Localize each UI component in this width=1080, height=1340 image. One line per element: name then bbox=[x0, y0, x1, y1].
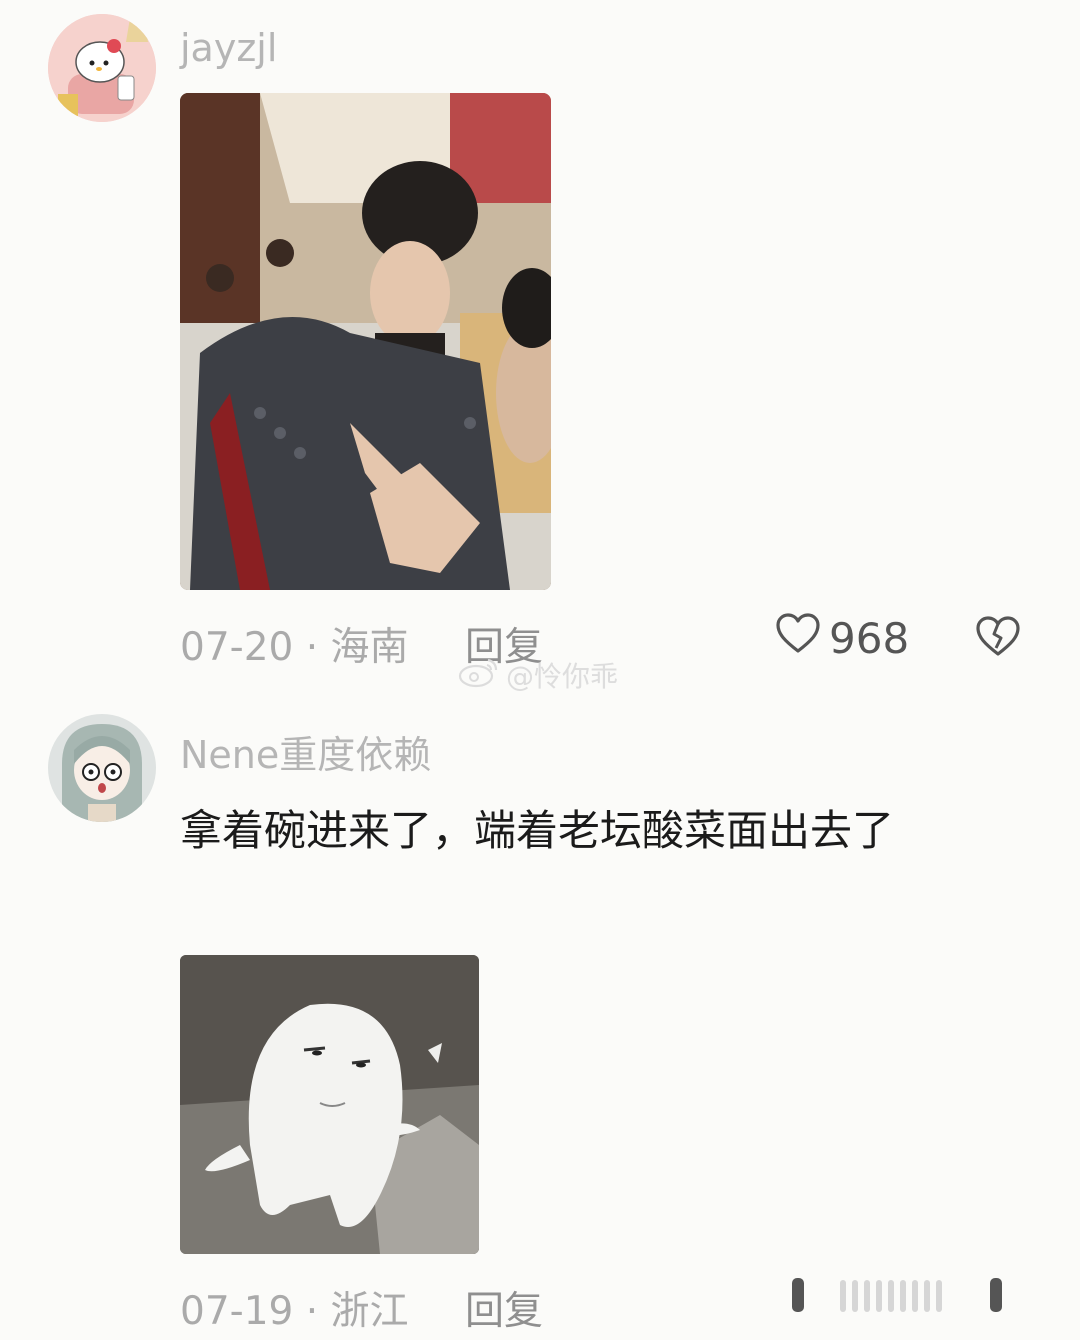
like-button[interactable]: 968 bbox=[775, 612, 909, 664]
username[interactable]: Nene重度依赖 bbox=[180, 724, 431, 779]
comment-meta: 07-19 · 浙江 bbox=[180, 1280, 409, 1336]
heart-icon bbox=[775, 612, 821, 664]
reply-button[interactable]: 回复 bbox=[465, 1280, 543, 1336]
comment-date: 07-19 bbox=[180, 1289, 294, 1334]
avatar[interactable] bbox=[48, 714, 156, 822]
watermark: @怜你乖 bbox=[458, 655, 618, 695]
comment-meta: 07-20 · 海南 bbox=[180, 616, 409, 672]
watermark-text: @怜你乖 bbox=[506, 660, 619, 693]
comment-text: 拿着碗进来了，端着老坛酸菜面出去了 bbox=[180, 806, 895, 855]
comment-date: 07-20 bbox=[180, 625, 294, 670]
username[interactable]: jayzjl bbox=[180, 26, 277, 70]
weibo-icon bbox=[458, 656, 500, 695]
broken-heart-icon[interactable] bbox=[975, 615, 1021, 661]
comment-location: 浙江 bbox=[330, 1289, 409, 1334]
comment-photo[interactable] bbox=[180, 955, 479, 1254]
meta-separator: · bbox=[293, 1289, 331, 1334]
comment-location: 海南 bbox=[330, 625, 409, 670]
avatar[interactable] bbox=[48, 14, 156, 122]
like-count: 968 bbox=[829, 613, 910, 663]
meta-separator: · bbox=[293, 625, 331, 670]
comment-photo[interactable] bbox=[180, 93, 551, 590]
scroll-indicator bbox=[790, 1276, 1020, 1316]
